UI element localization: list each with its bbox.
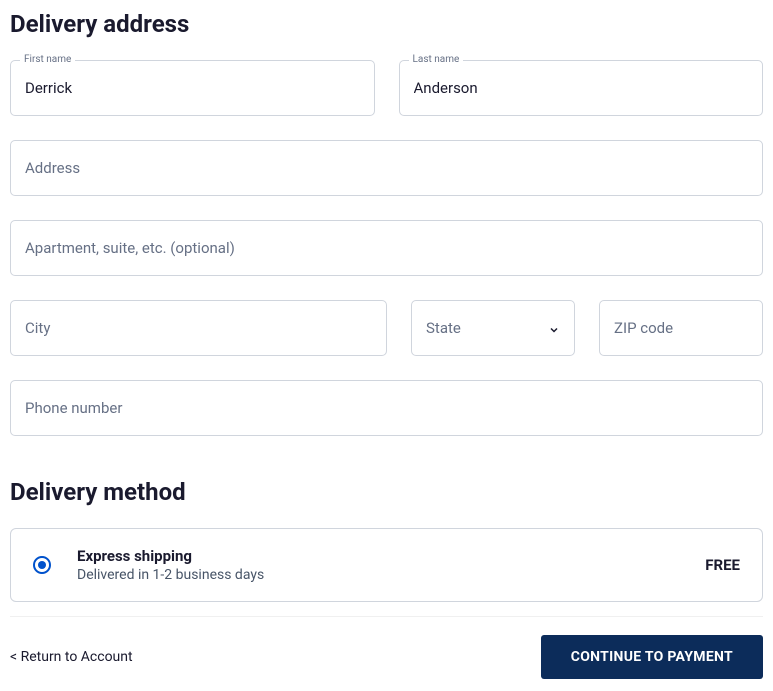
shipping-option-body: Express shipping Delivered in 1-2 busine… bbox=[77, 547, 679, 583]
state-placeholder: State bbox=[426, 319, 461, 337]
delivery-method-section: Delivery method Express shipping Deliver… bbox=[10, 478, 763, 602]
continue-to-payment-button[interactable]: CONTINUE TO PAYMENT bbox=[541, 635, 763, 679]
apt-field-wrapper bbox=[10, 220, 763, 276]
state-field-wrapper: State bbox=[411, 300, 575, 356]
city-field-wrapper bbox=[10, 300, 387, 356]
first-name-field-wrapper: First name bbox=[10, 60, 375, 116]
address-input[interactable] bbox=[10, 140, 763, 196]
chevron-down-icon bbox=[548, 322, 560, 334]
first-name-label: First name bbox=[20, 54, 75, 65]
phone-field-wrapper bbox=[10, 380, 763, 436]
last-name-input[interactable] bbox=[399, 60, 764, 116]
city-input[interactable] bbox=[10, 300, 387, 356]
shipping-option-subtitle: Delivered in 1-2 business days bbox=[77, 567, 679, 583]
phone-input[interactable] bbox=[10, 380, 763, 436]
zip-input[interactable] bbox=[599, 300, 763, 356]
return-to-account-link[interactable]: < Return to Account bbox=[10, 649, 133, 665]
delivery-address-section: Delivery address First name Last name St… bbox=[10, 10, 763, 436]
zip-field-wrapper bbox=[599, 300, 763, 356]
last-name-field-wrapper: Last name bbox=[399, 60, 764, 116]
state-select[interactable]: State bbox=[411, 300, 575, 356]
first-name-input[interactable] bbox=[10, 60, 375, 116]
delivery-address-heading: Delivery address bbox=[10, 10, 763, 38]
shipping-option-price: FREE bbox=[705, 556, 740, 574]
checkout-footer: < Return to Account CONTINUE TO PAYMENT bbox=[10, 616, 763, 679]
apt-input[interactable] bbox=[10, 220, 763, 276]
last-name-label: Last name bbox=[409, 54, 464, 65]
shipping-option-express[interactable]: Express shipping Delivered in 1-2 busine… bbox=[10, 528, 763, 602]
address-field-wrapper bbox=[10, 140, 763, 196]
radio-selected-icon bbox=[33, 556, 51, 574]
delivery-method-heading: Delivery method bbox=[10, 478, 763, 506]
shipping-option-title: Express shipping bbox=[77, 547, 679, 565]
